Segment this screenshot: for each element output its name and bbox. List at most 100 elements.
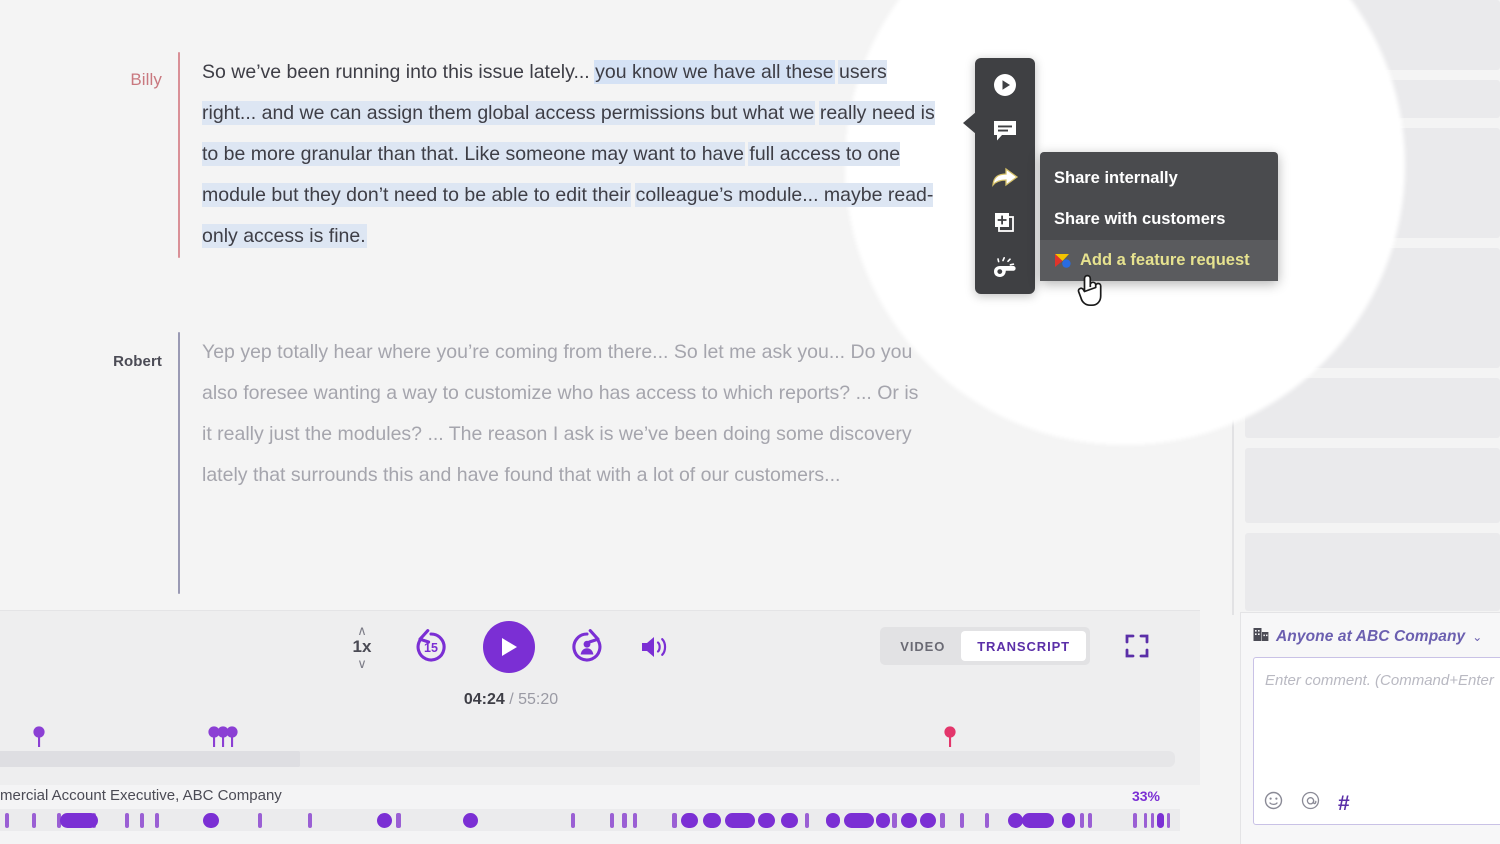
menu-item-label: Share internally xyxy=(1054,169,1178,188)
chevron-down-icon[interactable]: ⌄ xyxy=(1472,630,1482,644)
audience-selector[interactable]: Anyone at ABC Company ⌄ xyxy=(1253,627,1500,647)
waveform-blob xyxy=(60,813,98,828)
tab-transcript[interactable]: TRANSCRIPT xyxy=(961,631,1086,661)
waveform-blob xyxy=(377,813,392,828)
selection-action-toolbar xyxy=(975,58,1035,294)
waveform-blob xyxy=(826,813,840,828)
timeline-scrubber[interactable] xyxy=(0,751,1175,767)
waveform-blob xyxy=(1144,813,1147,828)
talk-time-percent: 33% xyxy=(1132,788,1160,804)
waveform-blob xyxy=(622,813,627,828)
comment-toolbar: # xyxy=(1264,791,1350,815)
view-mode-toggle: VIDEO TRANSCRIPT xyxy=(880,627,1090,665)
hashtag-icon[interactable]: # xyxy=(1338,793,1350,814)
svg-text:15: 15 xyxy=(424,641,438,655)
playback-controls: ∧ 1x ∨ 15 xyxy=(345,621,671,673)
time-separator: / xyxy=(505,691,518,708)
waveform-blob xyxy=(844,813,874,828)
waveform-lane[interactable] xyxy=(0,809,1180,831)
time-display: 04:24 / 55:20 xyxy=(0,691,1200,709)
turn-pre-text: So we’ve been running into this issue la… xyxy=(202,61,595,83)
transcript-turn-robert: Robert Yep yep totally hear where you’re… xyxy=(100,332,925,594)
transcript-player-app: Billy So we’ve been running into this is… xyxy=(0,0,1500,844)
mention-icon[interactable] xyxy=(1301,791,1320,815)
audience-label: Anyone at ABC Company xyxy=(1276,628,1465,646)
waveform-blob xyxy=(725,813,755,828)
volume-icon[interactable] xyxy=(639,633,671,661)
play-button[interactable] xyxy=(483,621,535,673)
waveform-blob xyxy=(920,813,936,828)
waveform-blob xyxy=(396,813,401,828)
waveform-blob xyxy=(1062,813,1075,828)
rewind-15-icon[interactable]: 15 xyxy=(409,625,453,669)
waveform-blob xyxy=(681,813,698,828)
next-speaker-icon[interactable] xyxy=(565,625,609,669)
waveform-blob xyxy=(1167,813,1170,828)
current-time: 04:24 xyxy=(464,691,505,708)
comment-icon[interactable] xyxy=(985,114,1025,148)
waveform-blob xyxy=(5,813,9,828)
tab-video[interactable]: VIDEO xyxy=(884,631,961,661)
mouse-cursor-hand xyxy=(1076,270,1106,313)
playback-speed-value: 1x xyxy=(353,636,372,658)
speaker-name-robert: Robert xyxy=(100,332,178,594)
share-icon[interactable] xyxy=(985,160,1025,194)
total-time: 55:20 xyxy=(518,691,558,708)
waveform-blob xyxy=(1022,813,1054,828)
waveform-blob xyxy=(633,813,637,828)
chevron-down-icon[interactable]: ∨ xyxy=(357,658,367,669)
waveform-blob xyxy=(1157,813,1164,828)
transcript-turn-billy: Billy So we’ve been running into this is… xyxy=(100,52,940,264)
player-bar: ∧ 1x ∨ 15 xyxy=(0,610,1200,785)
waveform-blob xyxy=(758,813,775,828)
comment-placeholder: Enter comment. (Command+Enter xyxy=(1265,672,1494,689)
waveform-blob xyxy=(985,813,989,828)
waveform-blob xyxy=(876,813,890,828)
waveform-blob xyxy=(892,813,897,828)
add-to-collection-icon[interactable] xyxy=(985,206,1025,240)
waveform-blob xyxy=(940,813,945,828)
productboard-icon xyxy=(1054,253,1080,269)
waveform-blob xyxy=(258,813,262,828)
company-icon xyxy=(1253,627,1269,647)
share-context-menu: Share internally Share with customers Ad… xyxy=(1040,152,1278,281)
emoji-icon[interactable] xyxy=(1264,791,1283,815)
waveform-blob xyxy=(781,813,798,828)
waveform-blob xyxy=(672,813,677,828)
bg-panel-6 xyxy=(1245,448,1500,523)
play-clip-icon[interactable] xyxy=(985,68,1025,102)
fullscreen-icon[interactable] xyxy=(1124,633,1150,664)
waveform-blob xyxy=(125,813,129,828)
whistle-icon[interactable] xyxy=(985,252,1025,286)
waveform-blob xyxy=(463,813,478,828)
toolbar-pointer-arrow xyxy=(963,112,976,134)
waveform-blob xyxy=(1133,813,1137,828)
waveform-blob xyxy=(610,813,614,828)
playback-speed-stepper[interactable]: ∧ 1x ∨ xyxy=(345,625,379,669)
menu-item-share-with-customers[interactable]: Share with customers xyxy=(1040,199,1278,240)
transcript-text-robert[interactable]: Yep yep totally hear where you’re coming… xyxy=(180,332,925,594)
waveform-blob xyxy=(960,813,964,828)
speaker-name-billy: Billy xyxy=(100,52,178,264)
comment-input-box[interactable]: Enter comment. (Command+Enter xyxy=(1253,657,1500,825)
waveform-blob xyxy=(140,813,144,828)
transcript-text-billy[interactable]: So we’ve been running into this issue la… xyxy=(180,52,940,264)
waveform-blob xyxy=(901,813,917,828)
waveform-blob xyxy=(571,813,575,828)
waveform-blob xyxy=(308,813,312,828)
menu-item-label: Share with customers xyxy=(1054,210,1225,229)
waveform-blob xyxy=(1151,813,1154,828)
waveform-blob xyxy=(1008,813,1023,828)
speaker-waveform-strip: mercial Account Executive, ABC Company 3… xyxy=(0,785,1180,844)
waveform-blob xyxy=(1080,813,1084,828)
turn-highlight-1: you know we have all these xyxy=(595,61,833,83)
chevron-up-icon[interactable]: ∧ xyxy=(357,625,367,636)
waveform-blob xyxy=(805,813,809,828)
speaker-role-label: mercial Account Executive, ABC Company xyxy=(0,787,282,804)
menu-item-share-internally[interactable]: Share internally xyxy=(1040,158,1278,199)
timeline-progress xyxy=(0,751,300,767)
waveform-blob xyxy=(1088,813,1092,828)
bg-panel-7 xyxy=(1245,533,1500,611)
waveform-blob xyxy=(155,813,159,828)
waveform-blob xyxy=(32,813,36,828)
